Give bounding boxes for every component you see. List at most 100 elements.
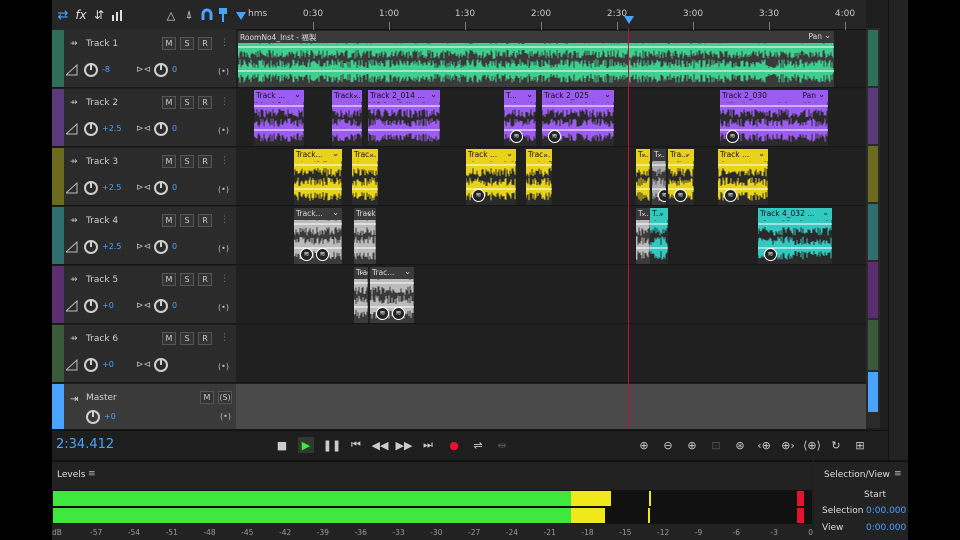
track-solo-button[interactable]: S	[180, 37, 194, 50]
envelope-icon[interactable]	[108, 6, 126, 24]
track-pan-value[interactable]: 0	[172, 242, 177, 251]
track-name[interactable]: Track 5	[86, 275, 118, 285]
track-volume-value[interactable]: +2.5	[102, 242, 121, 251]
audio-clip[interactable]: Trac...⌄	[354, 267, 368, 323]
track-output-icon[interactable]: (•)	[218, 67, 229, 76]
track-drag-handle-icon[interactable]: ⇸	[70, 98, 78, 108]
track-name[interactable]: Track 3	[86, 157, 118, 167]
zoom-in-left-icon[interactable]: ‹⊕	[756, 437, 772, 453]
clip-menu-chevron-icon[interactable]: ⌄	[684, 149, 691, 158]
track-output-icon[interactable]: (•)	[218, 244, 229, 253]
audio-clip[interactable]: Track 2_014 ... ⌄	[368, 90, 440, 146]
track-name[interactable]: Track 6	[86, 334, 118, 344]
fx-icon[interactable]: fx	[72, 6, 90, 24]
clip-menu-chevron-icon[interactable]: ⌄	[332, 149, 339, 158]
clip-menu-chevron-icon[interactable]: ⌄	[758, 149, 765, 158]
track-volume-knob[interactable]	[84, 299, 98, 313]
track-record-button[interactable]: R	[198, 332, 212, 345]
track-pan-value[interactable]: 0	[172, 124, 177, 133]
clip-effect-badge-icon[interactable]: ≋	[764, 248, 777, 261]
clip-effect-badge-icon[interactable]: ≋	[674, 189, 687, 202]
zoom-full-icon[interactable]: ⟨⊕⟩	[803, 437, 821, 453]
track-volume-value[interactable]: +0	[102, 360, 114, 369]
audio-clip[interactable]: Trac...⌄	[352, 149, 378, 205]
track-record-button[interactable]: R	[198, 155, 212, 168]
master-mute-button[interactable]: M	[200, 391, 214, 404]
clip-effect-badge-icon[interactable]: ≋	[376, 307, 389, 320]
track-header[interactable]: ⇸ Track 5 M S R ⋮ +0 ⊳⊲ 0 (•)	[52, 266, 236, 324]
audio-clip[interactable]: Track ... ⌄ ≋	[718, 149, 768, 205]
clip-menu-chevron-icon[interactable]: ⌄	[818, 90, 825, 99]
track-record-button[interactable]: R	[198, 214, 212, 227]
track-solo-button[interactable]: S	[180, 273, 194, 286]
track-lane[interactable]: Track... ⌄ Trac... ⌄ Track ... ⌄ ≋ Trac... ⌄ T...…	[236, 148, 866, 206]
track-mute-button[interactable]: M	[162, 37, 176, 50]
track-record-button[interactable]: R	[198, 273, 212, 286]
audio-clip[interactable]: Track...⌄	[354, 208, 376, 264]
track-drag-handle-icon[interactable]: ⇸	[70, 275, 78, 285]
track-solo-button[interactable]: S	[180, 332, 194, 345]
clip-menu-chevron-icon[interactable]: ⌄	[368, 149, 375, 158]
track-menu-icon[interactable]: ⋮	[220, 97, 229, 107]
zoom-in-right-icon[interactable]: ⊕›	[780, 437, 796, 453]
audio-clip[interactable]: Track 2_030 ⌄ ≋ Pan	[720, 90, 828, 146]
track-solo-button[interactable]: S	[180, 155, 194, 168]
track-volume-value[interactable]: +2.5	[102, 183, 121, 192]
master-lane[interactable]	[236, 384, 866, 430]
clip-effect-badge-icon[interactable]: ≋	[658, 189, 666, 202]
clip-menu-chevron-icon[interactable]: ⌄	[604, 90, 611, 99]
track-menu-icon[interactable]: ⋮	[220, 274, 229, 284]
master-volume-knob[interactable]	[86, 410, 100, 424]
clip-indicator-left[interactable]	[797, 491, 804, 506]
clip-menu-chevron-icon[interactable]: ⌄	[526, 90, 533, 99]
track-lane[interactable]: Track ... ⌄ Track... ⌄ Track 2_014 ... ⌄ T... ⌄…	[236, 89, 866, 147]
clip-effect-badge-icon[interactable]: ≋	[472, 189, 485, 202]
clip-title-bar[interactable]	[238, 31, 834, 43]
track-drag-handle-icon[interactable]: ⇸	[70, 157, 78, 167]
track-record-button[interactable]: R	[198, 96, 212, 109]
clip-menu-chevron-icon[interactable]: ⌄	[656, 149, 663, 158]
clip-menu-chevron-icon[interactable]: ⌄	[658, 208, 665, 217]
track-menu-icon[interactable]: ⋮	[220, 156, 229, 166]
selection-start-value[interactable]: 0:00.000	[866, 506, 906, 516]
zoom-reset-icon[interactable]: ↻	[828, 437, 844, 453]
track-mute-button[interactable]: M	[162, 214, 176, 227]
track-menu-icon[interactable]: ⋮	[220, 215, 229, 225]
view-start-value[interactable]: 0:00.000	[866, 523, 906, 533]
clip-menu-chevron-icon[interactable]: ⌄	[352, 90, 359, 99]
clip-indicator-right[interactable]	[797, 508, 804, 523]
zoom-center-icon[interactable]: ⊛	[732, 437, 748, 453]
master-volume-value[interactable]: +0	[104, 412, 116, 421]
timecode-display[interactable]: 2:34.412	[56, 437, 114, 452]
track-lane[interactable]	[236, 325, 866, 383]
clip-effect-badge-icon[interactable]: ≋	[724, 189, 737, 202]
record-button[interactable]: ●	[446, 437, 462, 453]
clip-menu-chevron-icon[interactable]: ⌄	[404, 267, 411, 276]
track-volume-value[interactable]: +2.5	[102, 124, 121, 133]
clip-effect-badge-icon[interactable]: ≋	[548, 130, 561, 143]
track-header[interactable]: ⇸ Track 3 M S R ⋮ +2.5 ⊳⊲ 0 (•)	[52, 148, 236, 206]
routing-icon[interactable]: ⇵	[90, 6, 108, 24]
track-pan-value[interactable]: 0	[172, 301, 177, 310]
audio-clip[interactable]: Track 2_025 ⌄ ≋	[542, 90, 614, 146]
track-mute-button[interactable]: M	[162, 155, 176, 168]
zoom-out-full-icon[interactable]: ⊞	[852, 437, 868, 453]
track-volume-value[interactable]: +0	[102, 301, 114, 310]
track-header[interactable]: ⇸ Track 2 M S R ⋮ +2.5 ⊳⊲ 0 (•)	[52, 89, 236, 147]
fast-forward-button[interactable]: ▶▶	[396, 437, 413, 453]
track-pan-value[interactable]: 0	[172, 65, 177, 74]
track-lane[interactable]: Track...⌄≋≋Track...⌄T...⌄T...⌄Track 4_03…	[236, 207, 866, 265]
audio-clip[interactable]: Track ... ⌄	[254, 90, 304, 146]
skip-start-button[interactable]: ⏮	[348, 437, 364, 453]
track-lane[interactable]: RoomNo4_Inst - 福製 ⌄ Pan	[236, 30, 866, 88]
zoom-selection-icon[interactable]: ⊡	[708, 437, 724, 453]
track-output-icon[interactable]: (•)	[218, 185, 229, 194]
track-mute-button[interactable]: M	[162, 273, 176, 286]
track-header[interactable]: ⇸ Track 6 M S R ⋮ +0 ⊳⊲ (•)	[52, 325, 236, 383]
track-menu-icon[interactable]: ⋮	[220, 38, 229, 48]
clip-effect-badge-icon[interactable]: ≋	[392, 307, 405, 320]
skip-end-button[interactable]: ⏭	[420, 437, 436, 453]
clip-menu-chevron-icon[interactable]: ⌄	[824, 31, 831, 40]
clip-menu-chevron-icon[interactable]: ⌄	[640, 208, 647, 217]
track-pan-knob[interactable]	[154, 63, 168, 77]
